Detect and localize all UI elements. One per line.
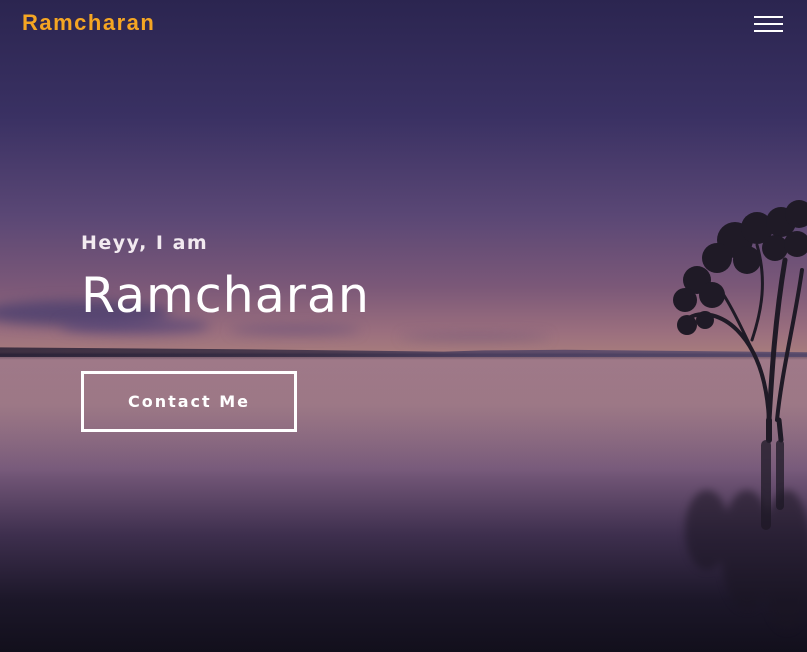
brand-logo-link[interactable]: Ramcharan	[22, 10, 155, 36]
hero-section: Ramcharan Heyy, I am Ramcharan Contact M…	[0, 0, 807, 652]
hero-content: Heyy, I am Ramcharan Contact Me	[81, 228, 581, 432]
navbar: Ramcharan	[0, 0, 807, 48]
hamburger-menu-icon[interactable]	[754, 14, 784, 36]
contact-me-button[interactable]: Contact Me	[81, 371, 297, 432]
hero-name: Ramcharan	[81, 267, 370, 324]
hero-greeting: Heyy, I am	[81, 232, 209, 254]
hero-background-image	[0, 0, 807, 652]
tree-silhouette	[673, 200, 807, 630]
